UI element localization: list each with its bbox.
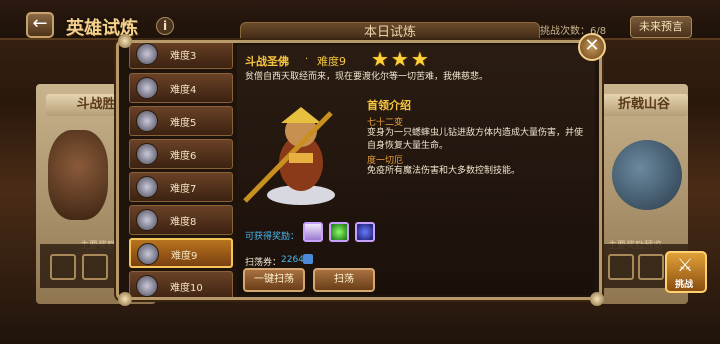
difficulty-item[interactable]: 难度7 <box>129 172 233 202</box>
difficulty-emblem-icon <box>136 43 158 65</box>
difficulty-item-selected[interactable]: 难度9 <box>129 238 233 268</box>
crossed-swords-icon: ⚔ <box>677 255 694 276</box>
ticket-icon <box>303 254 313 264</box>
separator-dot: · <box>305 54 309 65</box>
fight-button[interactable]: ⚔ 挑战 <box>665 251 707 293</box>
left-rewards-bar <box>40 244 116 288</box>
scroll-reward-icon[interactable] <box>303 222 323 242</box>
reward-slot[interactable] <box>82 254 108 280</box>
reward-slot[interactable] <box>50 254 76 280</box>
star-rating-icon: ★★★ <box>371 47 431 71</box>
potion-reward-icon[interactable] <box>329 222 349 242</box>
corner-ornament <box>590 292 604 306</box>
right-monster-portrait <box>612 140 682 210</box>
difficulty-emblem-icon <box>136 209 158 231</box>
boss-difficulty: 难度9 <box>317 55 346 68</box>
sweep-all-button[interactable]: 一键扫荡 <box>243 268 305 292</box>
difficulty-item[interactable]: 难度3 <box>129 43 233 69</box>
right-trial-label: 折戟山谷 <box>600 94 688 116</box>
trial-detail-panel: 难度3 难度4 难度5 难度6 难度7 难度8 难度9 难度10 斗战圣佛 · … <box>116 40 707 300</box>
difficulty-emblem-icon <box>136 176 158 198</box>
difficulty-item[interactable]: 难度4 <box>129 73 233 103</box>
boss-detail: 斗战圣佛 · 难度9 ★★★ 贫僧自西天取经而来，现在要渡化尔等一切苦难，我佛慈… <box>237 45 707 295</box>
skill-description: 免疫所有魔法伤害和大多数控制技能。 <box>367 166 521 176</box>
back-button[interactable]: ← <box>26 12 54 38</box>
sweep-ticket-label: 扫荡券： <box>245 258 282 268</box>
left-hero-portrait <box>48 130 108 220</box>
reward-slot[interactable] <box>608 254 634 280</box>
difficulty-item[interactable]: 难度10 <box>129 271 233 297</box>
boss-quote: 贫僧自西天取经而来，现在要渡化尔等一切苦难，我佛慈悲。 <box>245 72 489 82</box>
difficulty-item[interactable]: 难度6 <box>129 139 233 169</box>
difficulty-item[interactable]: 难度5 <box>129 106 233 136</box>
arrow-left-icon: ← <box>32 13 48 34</box>
close-icon: ✕ <box>584 35 600 56</box>
skill-description: 变身为一只蟋蟀虫儿钻进敌方体内造成大量伤害，并使自身恢复大量生命。 <box>367 128 584 151</box>
sweep-ticket-count: 2264 <box>281 255 304 265</box>
info-icon[interactable]: i <box>156 17 174 35</box>
difficulty-emblem-icon <box>136 110 158 132</box>
difficulty-emblem-icon <box>136 143 158 165</box>
boss-name: 斗战圣佛 <box>245 55 289 68</box>
difficulty-emblem-icon <box>137 243 159 265</box>
reward-slot[interactable] <box>638 254 664 280</box>
magnifier-reward-icon[interactable] <box>355 222 375 242</box>
sweep-button[interactable]: 扫荡 <box>313 268 375 292</box>
boss-portrait <box>243 107 335 205</box>
reward-label: 可获得奖励： <box>245 232 300 242</box>
difficulty-list[interactable]: 难度3 难度4 难度5 难度6 难度7 难度8 难度9 难度10 <box>125 43 235 297</box>
corner-ornament <box>118 292 132 306</box>
close-button[interactable]: ✕ <box>578 33 606 61</box>
boss-intro-title: 首领介绍 <box>367 99 411 112</box>
future-preview-button[interactable]: 未来预言 <box>630 16 692 38</box>
difficulty-emblem-icon <box>136 77 158 99</box>
difficulty-emblem-icon <box>136 275 158 297</box>
corner-ornament <box>118 34 132 48</box>
difficulty-item[interactable]: 难度8 <box>129 205 233 235</box>
